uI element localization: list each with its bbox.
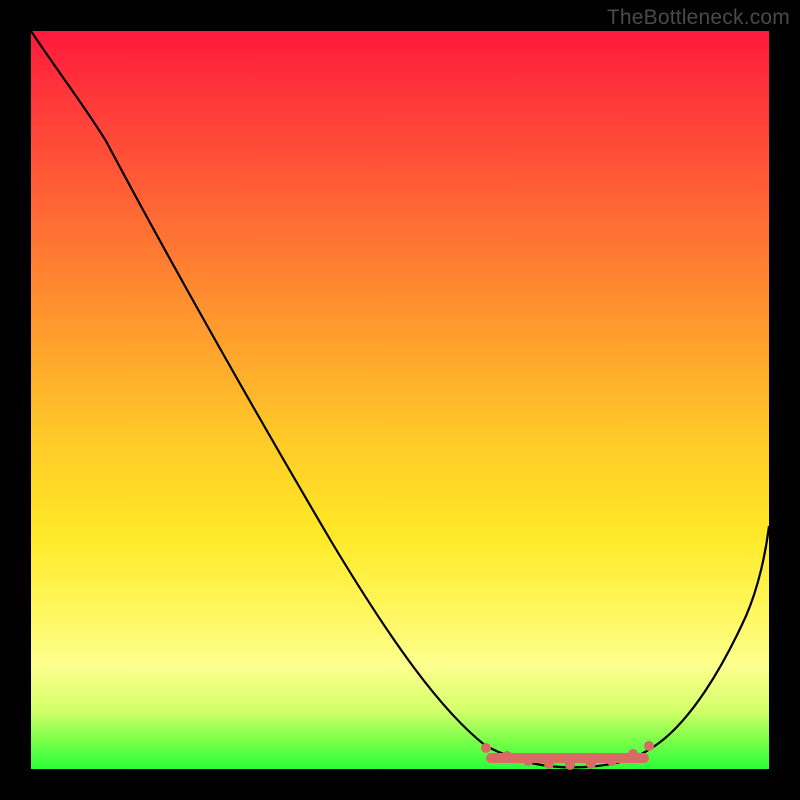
plot-area	[31, 31, 769, 769]
bottleneck-curve	[31, 31, 769, 767]
optimal-range-markers	[481, 741, 654, 770]
curve-svg	[31, 31, 769, 769]
chart-frame: TheBottleneck.com	[0, 0, 800, 800]
watermark-text: TheBottleneck.com	[607, 6, 790, 30]
